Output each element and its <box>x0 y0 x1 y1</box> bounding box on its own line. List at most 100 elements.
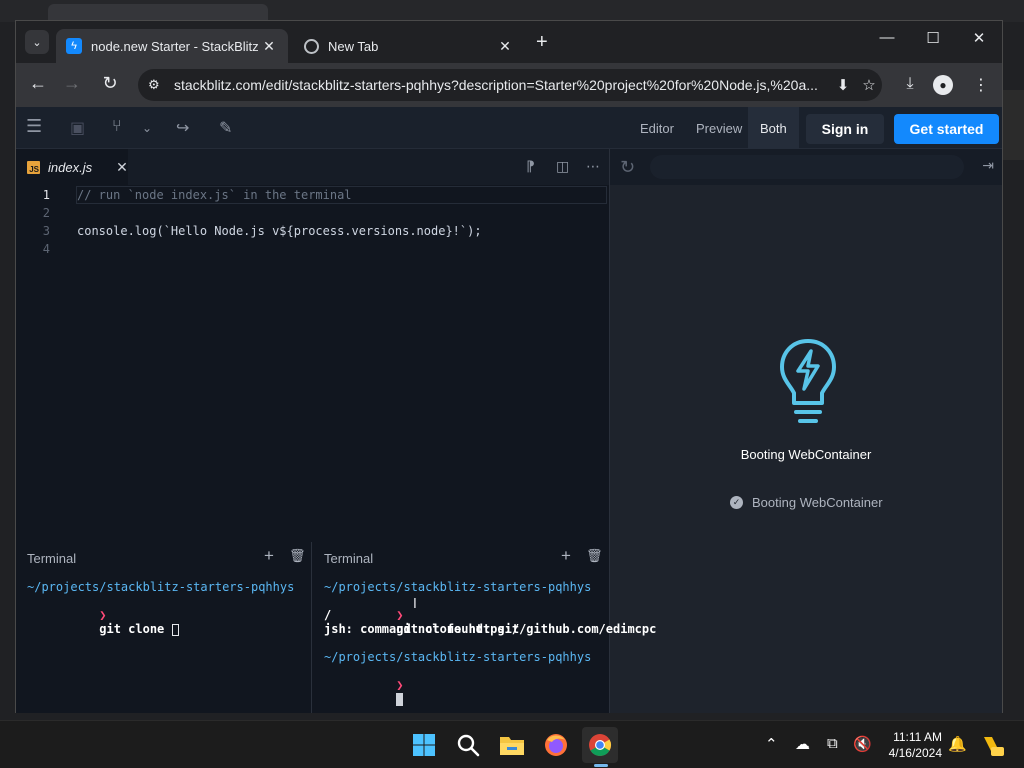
install-app-icon[interactable]: ⬇ <box>830 76 856 94</box>
tab-title: New Tab <box>328 38 379 54</box>
back-button[interactable]: ← <box>26 73 50 94</box>
reload-icon: ↻ <box>102 73 118 93</box>
hamburger-menu-icon[interactable]: ☰ <box>26 116 42 137</box>
file-tab-name: index.js <box>48 159 93 175</box>
tab-search-button[interactable]: ⌄ <box>25 30 49 54</box>
downloads-button[interactable]: ⤓ <box>898 75 922 93</box>
chevron-down-icon[interactable]: ⌄ <box>142 121 152 135</box>
address-bar[interactable]: ⚙ stackblitz.com/edit/stackblitz-starter… <box>138 69 882 101</box>
tab-new-tab[interactable]: New Tab ✕ <box>294 29 524 63</box>
terminals-panel: Terminal + 🗑 ~/projects/stackblitz-start… <box>16 542 656 713</box>
download-icon: ⤓ <box>906 75 914 92</box>
preview-url-bar[interactable] <box>650 155 964 179</box>
add-terminal-icon[interactable]: + <box>264 546 274 566</box>
terminal-error: jsh: command not found: git <box>324 622 520 636</box>
code-text: console.log(`Hello Node.js v${process.ve… <box>77 224 482 238</box>
chevron-up-icon[interactable]: ⌃ <box>765 735 778 753</box>
cloud-offline-icon[interactable]: ☁ <box>795 735 810 753</box>
preview-toolbar: ↻ ⇥ <box>610 149 1002 185</box>
terminal-cursor <box>171 623 179 636</box>
save-icon[interactable]: ▣ <box>70 118 85 138</box>
editor-tab-bar: JS index.js ✕ ⁋ ◫ ⋯ <box>16 149 609 185</box>
file-explorer-button[interactable] <box>494 727 530 763</box>
maximize-button[interactable]: ☐ <box>910 29 956 47</box>
split-editor-icon[interactable]: ◫ <box>556 158 569 175</box>
file-tab-index-js[interactable]: JS index.js ✕ <box>16 149 128 185</box>
new-tab-button[interactable]: + <box>536 31 548 54</box>
terminal-prompt: ❯ <box>99 608 107 622</box>
reload-button[interactable]: ↻ <box>98 73 122 94</box>
terminal-2[interactable]: Terminal + 🗑 ~/projects/stackblitz-start… <box>313 542 656 713</box>
get-started-button[interactable]: Get started <box>894 114 999 144</box>
terminal-1[interactable]: Terminal + 🗑 ~/projects/stackblitz-start… <box>16 542 312 713</box>
search-button[interactable] <box>450 727 486 763</box>
collapse-panel-icon[interactable]: ⇥ <box>982 157 994 174</box>
windows-logo-icon <box>413 734 435 756</box>
terminal-label: Terminal <box>27 550 77 566</box>
profile-button[interactable]: ● <box>933 75 957 95</box>
volume-muted-icon[interactable]: 🔇 <box>853 735 872 753</box>
prettier-format-icon[interactable]: ⁋ <box>526 158 535 175</box>
firefox-button[interactable] <box>538 727 574 763</box>
code-text: // run `node index.js` in the terminal <box>77 188 352 202</box>
minimize-icon: — <box>879 29 895 46</box>
search-icon <box>457 734 480 757</box>
line-number: 4 <box>42 242 50 256</box>
close-window-button[interactable]: ✕ <box>956 29 1002 47</box>
text-cursor-icon: I <box>413 597 417 612</box>
line-number: 3 <box>42 224 50 238</box>
close-icon[interactable]: ✕ <box>116 159 128 176</box>
edit-pencil-icon[interactable]: ✎ <box>219 118 232 138</box>
share-icon[interactable]: ↪ <box>176 118 189 138</box>
chevron-down-icon: ⌄ <box>32 36 42 49</box>
chrome-icon <box>589 734 611 756</box>
start-button[interactable] <box>406 727 442 763</box>
bolt-icon: ϟ <box>66 38 82 54</box>
close-icon[interactable]: ✕ <box>260 38 278 55</box>
line-number: 2 <box>42 206 50 220</box>
tab-stackblitz[interactable]: ϟ node.new Starter - StackBlitz ✕ <box>56 29 288 63</box>
view-preview-button[interactable]: Preview <box>684 107 754 149</box>
site-info-icon[interactable]: ⚙ <box>148 77 168 93</box>
chrome-button[interactable] <box>582 727 618 763</box>
forward-button[interactable]: → <box>60 73 84 94</box>
terminal-prompt: ❯ <box>396 608 404 622</box>
close-icon: ✕ <box>972 30 986 47</box>
fork-icon[interactable]: ⑂ <box>112 118 122 136</box>
terminal-input-line: ❯ <box>324 664 403 720</box>
menu-button[interactable]: ⋮ <box>969 75 993 95</box>
boot-status-text: Booting WebContainer <box>752 495 883 510</box>
boot-title: Booting WebContainer <box>740 447 872 462</box>
js-file-icon: JS <box>27 160 40 174</box>
trash-icon[interactable]: 🗑 <box>289 548 306 564</box>
terminal-path: ~/projects/stackblitz-starters-pqhhys <box>324 580 592 594</box>
system-clock[interactable]: 11:11 AM 4/16/2024 <box>872 729 942 761</box>
line-number: 1 <box>42 188 50 202</box>
copilot-pre-icon[interactable] <box>980 733 1004 757</box>
view-editor-button[interactable]: Editor <box>628 107 686 149</box>
trash-icon[interactable]: 🗑 <box>586 548 603 564</box>
network-icon[interactable]: ⧉ <box>827 735 838 752</box>
terminal-input-line: ❯ git clone <box>27 594 179 650</box>
chrome-icon <box>304 38 319 54</box>
sign-in-button[interactable]: Sign in <box>806 114 884 144</box>
code-area[interactable]: 1 // run `node index.js` in the terminal… <box>16 185 609 542</box>
refresh-icon[interactable]: ↻ <box>620 157 635 178</box>
check-circle-icon: ✓ <box>730 496 743 509</box>
stackblitz-header: ☰ ▣ ⑂ ⌄ ↪ ✎ Editor Preview Both Sign in … <box>16 107 1002 149</box>
firefox-icon <box>545 734 567 756</box>
more-horizontal-icon[interactable]: ⋯ <box>586 158 600 175</box>
code-line: 4 <box>16 240 609 258</box>
bookmark-star-icon[interactable]: ☆ <box>856 76 882 94</box>
code-line: 2 <box>16 204 609 222</box>
view-both-button[interactable]: Both <box>748 107 799 149</box>
arrow-left-icon: ← <box>29 73 47 93</box>
minimize-button[interactable]: — <box>864 29 910 46</box>
tab-strip: ⌄ ϟ node.new Starter - StackBlitz ✕ New … <box>16 21 1002 63</box>
url-text[interactable]: stackblitz.com/edit/stackblitz-starters-… <box>168 77 830 93</box>
close-icon[interactable]: ✕ <box>496 38 514 55</box>
folder-icon <box>500 737 524 755</box>
notification-bell-icon[interactable]: 🔔 <box>948 735 967 753</box>
add-terminal-icon[interactable]: + <box>561 546 571 566</box>
lightbulb-bolt-icon <box>780 339 836 423</box>
